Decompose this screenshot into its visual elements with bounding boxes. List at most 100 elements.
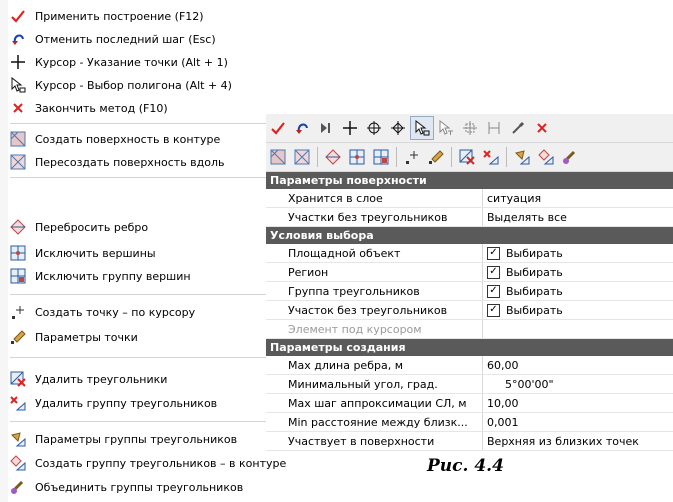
menu-icon-strip [0, 0, 8, 502]
property-value[interactable]: Верхняя из близких точек [482, 432, 673, 450]
red-x-icon [9, 99, 27, 117]
property-value[interactable]: ✓ Выбирать [482, 282, 673, 300]
property-name: Минимальный угол, град. [288, 377, 438, 391]
merge-triangle-groups-icon[interactable] [558, 145, 582, 169]
target-icon[interactable] [362, 116, 386, 140]
property-row[interactable]: Участок без треугольников ✓ Выбирать [266, 301, 673, 320]
menu-item-label: Перебросить ребро [35, 220, 149, 234]
create-triangle-group-icon[interactable] [534, 145, 558, 169]
property-value[interactable]: 0,001 [482, 413, 673, 431]
exclude-vertices-icon[interactable] [345, 145, 369, 169]
section-header[interactable]: Параметры создания [266, 339, 673, 356]
menu-item-polygon-cursor[interactable]: Курсор - Выбор полигона (Alt + 4) [9, 74, 232, 96]
property-row[interactable]: Минимальный угол, град. 5°00'00" [266, 375, 673, 394]
property-row[interactable]: Участвует в поверхности Верхняя из близк… [266, 432, 673, 451]
menu-item-flip-edge[interactable]: Перебросить ребро [9, 216, 148, 238]
target-alt-icon[interactable] [386, 116, 410, 140]
toolbar-main [266, 114, 673, 143]
menu-item-delete-triangles[interactable]: Удалить треугольники [9, 368, 167, 390]
crosshair-icon[interactable] [338, 116, 362, 140]
triangle-group-params-icon[interactable] [510, 145, 534, 169]
menu-item-undo[interactable]: Отменить последний шаг (Esc) [9, 28, 216, 50]
menu-item-exclude-vertices[interactable]: Исключить вершины [9, 242, 156, 264]
menu-item-apply[interactable]: Применить построение (F12) [9, 5, 204, 27]
recreate-surface-icon[interactable] [290, 145, 314, 169]
delete-triangles-icon[interactable] [455, 145, 479, 169]
exclude-vertex-group-icon[interactable] [369, 145, 393, 169]
section-header[interactable]: Условия выбора [266, 227, 673, 244]
undo-arrow-icon [9, 30, 27, 48]
property-row[interactable]: Регион ✓ Выбирать [266, 263, 673, 282]
point-params-icon [9, 328, 27, 346]
menu-item-label: Создать точку – по курсору [35, 305, 196, 319]
checkbox-label: Выбирать [506, 246, 563, 260]
property-value[interactable]: ✓ Выбирать [482, 263, 673, 281]
undo-arrow-icon[interactable] [290, 116, 314, 140]
property-row[interactable]: Max шаг аппроксимации СЛ, м 10,00 [266, 394, 673, 413]
checkbox[interactable]: ✓ [487, 284, 500, 298]
surface-contour-icon[interactable] [266, 145, 290, 169]
property-value[interactable]: Выделять все [482, 208, 673, 226]
exclude-vertex-group-icon [9, 267, 27, 285]
menu-item-create-point[interactable]: Создать точку – по курсору [9, 301, 195, 323]
surface-contour-icon [9, 130, 27, 148]
property-value[interactable]: 10,00 [482, 394, 673, 412]
property-name: Площадной объект [288, 246, 401, 260]
property-value[interactable]: 60,00 [482, 356, 673, 374]
delete-triangles-icon [9, 370, 27, 388]
create-triangle-group-icon [9, 454, 27, 472]
property-row[interactable]: Группа треугольников ✓ Выбирать [266, 282, 673, 301]
snap-grid-icon[interactable] [458, 116, 482, 140]
flip-edge-icon[interactable] [321, 145, 345, 169]
menu-item-label: Исключить группу вершин [35, 269, 191, 283]
menu-item-label: Объединить группы треугольников [35, 480, 244, 494]
menu-item-delete-triangle-group[interactable]: Удалить группу треугольников [9, 392, 217, 414]
menu-item-merge-triangle-groups[interactable]: Объединить группы треугольников [9, 476, 243, 498]
property-value [482, 320, 673, 338]
delete-triangle-group-icon [9, 394, 27, 412]
menu-item-label: Удалить группу треугольников [35, 396, 218, 410]
create-point-icon[interactable] [400, 145, 424, 169]
property-name: Min расстояние между близк... [288, 415, 468, 429]
checkbox-label: Выбирать [506, 303, 563, 317]
menu-item-recreate-surface[interactable]: Пересоздать поверхность вдоль [9, 151, 225, 173]
menu-item-finish[interactable]: Закончить метод (F10) [9, 97, 168, 119]
measure-icon[interactable] [482, 116, 506, 140]
figure-caption: Рис. 4.4 [427, 456, 504, 476]
property-value[interactable]: ситуация [482, 189, 673, 207]
crosshair-icon [9, 53, 27, 71]
menu-item-label: Курсор - Указание точки (Alt + 1) [35, 55, 228, 69]
red-x-icon[interactable] [530, 116, 554, 140]
checkbox[interactable]: ✓ [487, 265, 500, 279]
step-icon[interactable] [314, 116, 338, 140]
property-row[interactable]: Хранится в слое ситуация [266, 189, 673, 208]
menu-item-label: Создать группу треугольников – в контуре [35, 456, 287, 470]
checkbox[interactable]: ✓ [487, 246, 500, 260]
apply-checkmark-icon[interactable] [266, 116, 290, 140]
property-row[interactable]: Площадной объект ✓ Выбирать [266, 244, 673, 263]
property-value[interactable]: 5°00'00" [482, 375, 673, 393]
menu-item-point-params[interactable]: Параметры точки [9, 326, 138, 348]
pipette-icon[interactable] [506, 116, 530, 140]
checkbox-label: Выбирать [506, 284, 563, 298]
property-grid: Параметры поверхности Хранится в слое си… [266, 172, 673, 451]
inspector-window: Параметры поверхности Хранится в слое си… [266, 114, 673, 451]
point-params-icon[interactable] [424, 145, 448, 169]
menu-item-exclude-vertex-group[interactable]: Исключить группу вершин [9, 265, 191, 287]
section-header[interactable]: Параметры поверхности [266, 172, 673, 189]
property-value[interactable]: ✓ Выбирать [482, 244, 673, 262]
triangle-group-params-icon [9, 430, 27, 448]
delete-triangle-group-icon[interactable] [479, 145, 503, 169]
property-value[interactable]: ✓ Выбирать [482, 301, 673, 319]
menu-item-create-surface[interactable]: Создать поверхность в контуре [9, 128, 220, 150]
polygon-cursor-icon[interactable] [410, 116, 434, 140]
property-row[interactable]: Min расстояние между близк... 0,001 [266, 413, 673, 432]
menu-item-create-triangle-group[interactable]: Создать группу треугольников – в контуре [9, 452, 286, 474]
menu-item-triangle-group-params[interactable]: Параметры группы треугольников [9, 428, 237, 450]
property-row[interactable]: Участки без треугольников Выделять все [266, 208, 673, 227]
property-name: Хранится в слое [288, 191, 383, 205]
checkbox[interactable]: ✓ [487, 303, 500, 317]
menu-item-point-cursor[interactable]: Курсор - Указание точки (Alt + 1) [9, 51, 228, 73]
property-row[interactable]: Max длина ребра, м 60,00 [266, 356, 673, 375]
polygon-cursor-t-icon[interactable] [434, 116, 458, 140]
